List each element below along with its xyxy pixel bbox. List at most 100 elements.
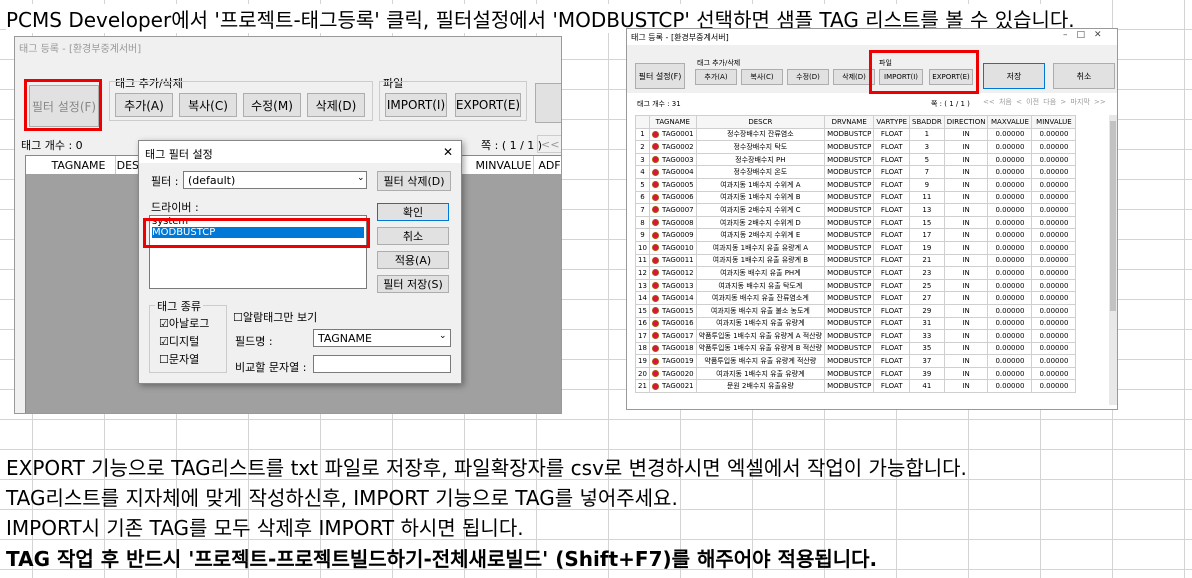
cancel-button[interactable]: 취소 xyxy=(377,227,449,245)
table-row[interactable]: 19 TAG0019 약품투입동 배수지 유출 유량계 적산량 MODBUSTCP FL… xyxy=(635,354,1077,368)
table-row[interactable]: 20 TAG0020 여과지동 1배수지 유출 유량계 MODBUSTCP FLOAT 3… xyxy=(635,366,1077,381)
export-button[interactable]: EXPORT(E) xyxy=(455,93,521,117)
save-button[interactable]: 저장 xyxy=(983,63,1045,89)
table-row[interactable]: 21 TAG0021 문원 2배수지 유출유량 MODBUSTCP FLOAT 41 IN 0… xyxy=(635,379,1077,394)
scrollbar-thumb[interactable] xyxy=(1110,121,1116,311)
table-cell: 3 xyxy=(635,152,650,167)
string-label: 문자열 xyxy=(168,353,200,366)
edit-button[interactable]: 수정(D) xyxy=(787,69,829,85)
add-button[interactable]: 추가(A) xyxy=(115,93,173,117)
cell-value: 0.00000 xyxy=(995,256,1025,265)
col-header[interactable]: TAGNAME xyxy=(649,115,697,129)
copy-button[interactable]: 복사(C) xyxy=(741,69,783,85)
cancel-button[interactable]: 취소 xyxy=(1053,63,1115,89)
table-row[interactable]: 2 TAG0002 정수장배수지 탁도 MODBUSTCP FLOAT 3 IN 0.0000… xyxy=(635,140,1077,154)
table-cell: FLOAT xyxy=(873,291,911,305)
table-cell: 여과지동 배수지 유출 잔류염소계 xyxy=(695,291,826,305)
table-cell: MODBUSTCP xyxy=(824,354,875,368)
table-row[interactable]: 4 TAG0004 정수장배수지 온도 MODBUSTCP FLOAT 7 IN 0.0000… xyxy=(635,165,1077,179)
table-cell: FLOAT xyxy=(873,253,911,268)
add-button[interactable]: 추가(A) xyxy=(695,69,737,85)
filter-select[interactable]: (default) xyxy=(183,171,367,189)
col-header[interactable]: DRVNAME xyxy=(824,115,875,129)
col-header[interactable]: MINVALUE xyxy=(1031,115,1077,129)
table-cell: FLOAT xyxy=(873,215,911,230)
cell-value: TAG0012 xyxy=(662,268,694,277)
next-page-button[interactable]: 다음 > xyxy=(1043,98,1066,106)
table-row[interactable]: 17 TAG0017 약품투입동 1배수지 유출 유량계 A 적산량 MODBUSTC… xyxy=(635,329,1077,343)
table-row[interactable]: 12 TAG0012 여과지동 배수지 유출 PH계 MODBUSTCP FLOAT 23… xyxy=(635,266,1077,280)
col-header[interactable]: DIRECTION xyxy=(943,115,989,129)
cell-value: 0.00000 xyxy=(995,180,1025,189)
table-cell: 6 xyxy=(635,190,650,205)
edit-button[interactable]: 수정(M) xyxy=(243,93,301,117)
col-header[interactable]: VARTYPE xyxy=(873,115,911,129)
filter-settings-button[interactable]: 필터 설정(F) xyxy=(635,63,685,89)
vertical-scrollbar[interactable] xyxy=(1109,115,1117,405)
string-checkbox[interactable]: ☐문자열 xyxy=(159,351,199,367)
table-row[interactable]: 18 TAG0018 약품투입동 1배수지 유출 유량계 B 적산량 MODBUSTC… xyxy=(635,341,1077,356)
table-cell: 0.00000 xyxy=(987,228,1033,242)
field-name-select[interactable]: TAGNAME xyxy=(313,329,451,347)
col-header-tagname[interactable]: TAGNAME xyxy=(42,156,116,174)
table-cell: IN xyxy=(943,379,989,394)
table-cell: 1 xyxy=(635,127,650,142)
table-row[interactable]: 16 TAG0016 여과지동 1배수지 유출 유량계 MODBUSTCP FLOAT 3… xyxy=(635,316,1077,331)
cell-value: 0.00000 xyxy=(995,281,1025,290)
apply-button[interactable]: 적용(A) xyxy=(377,251,449,269)
table-row[interactable]: 5 TAG0005 여과지동 1배수지 수위계 A MODBUSTCP FLOAT 9 IN… xyxy=(635,177,1077,192)
cell-value: IN xyxy=(962,294,970,303)
alarm-only-checkbox[interactable]: ☐알람태그만 보기 xyxy=(233,309,317,325)
col-header-minvalue[interactable]: MINVALUE xyxy=(474,156,534,174)
table-cell: TAG0016 xyxy=(649,316,697,331)
first-page-button[interactable]: << 처음 xyxy=(983,98,1012,106)
col-header[interactable]: SBADDR xyxy=(909,115,945,129)
table-row[interactable]: 14 TAG0014 여과지동 배수지 유출 잔류염소계 MODBUSTCP FLOAT… xyxy=(635,291,1077,305)
col-header[interactable] xyxy=(635,115,650,129)
driver-label: 드라이버 : xyxy=(151,201,199,214)
ok-button[interactable]: 확인 xyxy=(377,203,449,221)
table-row[interactable]: 9 TAG0009 여과지동 2배수지 수위계 E MODBUSTCP FLOAT 17 I… xyxy=(635,228,1077,242)
table-row[interactable]: 8 TAG0008 여과지동 2배수지 수위계 D MODBUSTCP FLOAT 15 I… xyxy=(635,215,1077,230)
tag-status-icon xyxy=(652,168,659,176)
table-row[interactable]: 10 TAG0010 여과지동 1배수지 유출 유량계 A MODBUSTCP FLOA… xyxy=(635,240,1077,255)
table-cell: MODBUSTCP xyxy=(824,203,875,217)
page-navigation[interactable]: << 처음 < 이전 다음 > 마지막 >> xyxy=(983,97,1106,107)
table-row[interactable]: 15 TAG0015 여과지동 배수지 유출 불소 농도계 MODBUSTCP FLOA… xyxy=(635,303,1077,318)
cell-value: 13 xyxy=(638,281,647,290)
col-header[interactable]: DESCR xyxy=(695,115,826,129)
delete-button[interactable]: 삭제(D) xyxy=(307,93,365,117)
first-page-button[interactable]: << 처 xyxy=(537,135,561,153)
table-cell: 0.00000 xyxy=(1031,329,1077,343)
table-row[interactable]: 3 TAG0003 정수장배수지 PH MODBUSTCP FLOAT 5 IN 0.0000… xyxy=(635,152,1077,167)
digital-checkbox[interactable]: ☑디지털 xyxy=(159,333,199,349)
prev-page-button[interactable]: < 이전 xyxy=(1016,98,1039,106)
filter-delete-button[interactable]: 필터 삭제(D) xyxy=(377,171,451,191)
table-row[interactable]: 13 TAG0013 여과지동 배수지 유출 탁도계 MODBUSTCP FLOAT 25… xyxy=(635,278,1077,293)
table-cell: 0.00000 xyxy=(1031,127,1077,142)
cell-value: 0.00000 xyxy=(995,331,1025,340)
cell-value: 11 xyxy=(638,256,647,265)
filter-save-button[interactable]: 필터 저장(S) xyxy=(377,275,449,293)
table-row[interactable]: 1 TAG0001 정수장배수지 잔류염소 MODBUSTCP FLOAT 1 IN 0.00… xyxy=(635,127,1077,142)
table-row[interactable]: 7 TAG0007 여과지동 2배수지 수위계 C MODBUSTCP FLOAT 13 I… xyxy=(635,203,1077,217)
cell-value: TAG0020 xyxy=(662,369,694,378)
tag-status-icon xyxy=(652,156,659,164)
close-icon[interactable]: ✕ xyxy=(443,145,453,159)
table-cell: 23 xyxy=(909,266,945,280)
col-header-adfu[interactable]: ADFU xyxy=(534,156,561,174)
copy-button[interactable]: 복사(C) xyxy=(179,93,237,117)
last-page-button[interactable]: 마지막 >> xyxy=(1071,98,1106,106)
instruction-line-3: TAG리스트를 지자체에 맞게 작성하신후, IMPORT 기능으로 TAG를 … xyxy=(6,486,678,510)
cell-value: 여과지동 1배수지 수위계 A xyxy=(720,180,801,189)
table-cell: TAG0010 xyxy=(649,240,697,255)
import-button[interactable]: IMPORT(I) xyxy=(385,93,447,117)
compare-string-input[interactable] xyxy=(313,355,451,373)
table-cell: 0.00000 xyxy=(987,140,1033,154)
table-row[interactable]: 11 TAG0011 여과지동 1배수지 유출 유량계 B MODBUSTCP FLOA… xyxy=(635,253,1077,268)
col-header[interactable]: MAXVALUE xyxy=(987,115,1033,129)
table-row[interactable]: 6 TAG0006 여과지동 1배수지 수위계 B MODBUSTCP FLOAT 11 I… xyxy=(635,190,1077,205)
save-button-partial[interactable] xyxy=(535,83,561,123)
table-cell: IN xyxy=(943,152,989,167)
analog-checkbox[interactable]: ☑아날로그 xyxy=(159,315,209,331)
